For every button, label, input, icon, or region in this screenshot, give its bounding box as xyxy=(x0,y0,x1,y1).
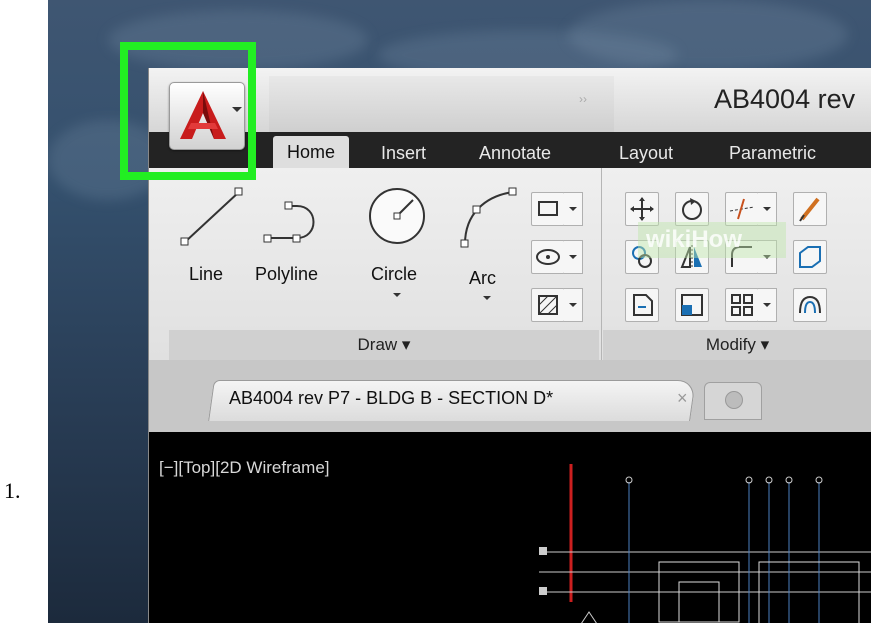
autocad-window: ›› AB4004 rev Home Insert Annotate Layou… xyxy=(148,68,871,623)
arc-icon[interactable] xyxy=(455,184,519,250)
tab-layout[interactable]: Layout xyxy=(619,138,673,168)
stretch-icon xyxy=(633,294,653,316)
line-tool-label[interactable]: Line xyxy=(189,264,223,285)
drawing-viewport[interactable]: [−][Top][2D Wireframe] xyxy=(149,432,871,623)
panel-divider xyxy=(601,168,602,360)
rotate-icon xyxy=(682,198,702,220)
explode-icon xyxy=(799,246,821,268)
qat-overflow-icon[interactable]: ›› xyxy=(579,92,587,106)
scale-button[interactable] xyxy=(675,288,709,322)
line-icon[interactable] xyxy=(177,186,247,250)
document-tab-label[interactable]: AB4004 rev P7 - BLDG B - SECTION D* xyxy=(229,388,553,409)
trim-dropdown[interactable] xyxy=(758,192,777,226)
ellipse-icon xyxy=(536,249,560,265)
quick-access-toolbar xyxy=(269,76,614,132)
ellipse-button[interactable] xyxy=(531,240,565,274)
explode-button[interactable] xyxy=(793,240,827,274)
viewport-controls-label[interactable]: [−][Top][2D Wireframe] xyxy=(159,458,330,478)
screenshot-frame: ›› AB4004 rev Home Insert Annotate Layou… xyxy=(48,0,871,623)
hatch-icon xyxy=(538,295,558,315)
draw-panel-title[interactable]: Draw ▾ xyxy=(169,330,599,360)
window-title: AB4004 rev xyxy=(714,84,856,114)
rectangle-icon xyxy=(538,201,558,216)
erase-button[interactable] xyxy=(793,192,827,226)
offset-icon xyxy=(799,295,821,314)
rotate-button[interactable] xyxy=(675,192,709,226)
hatch-dropdown[interactable] xyxy=(564,288,583,322)
rectangle-dropdown[interactable] xyxy=(564,192,583,226)
drawing-linework xyxy=(539,464,871,623)
trim-button[interactable] xyxy=(725,192,759,226)
plus-icon xyxy=(725,391,743,409)
ribbon-tab-bar: Home Insert Annotate Layout Parametric xyxy=(149,132,871,168)
array-icon xyxy=(731,294,753,316)
new-tab-button[interactable] xyxy=(704,382,762,420)
watermark: wikiHow xyxy=(638,222,786,258)
hatch-button[interactable] xyxy=(531,288,565,322)
offset-button[interactable] xyxy=(793,288,827,322)
tab-annotate[interactable]: Annotate xyxy=(479,138,551,168)
erase-icon xyxy=(799,197,820,222)
rectangle-button[interactable] xyxy=(531,192,565,226)
tab-parametric[interactable]: Parametric xyxy=(729,138,816,168)
circle-icon[interactable] xyxy=(365,184,429,248)
scale-icon xyxy=(681,294,703,316)
list-number: 1. xyxy=(4,478,21,503)
circle-tool-label[interactable]: Circle xyxy=(371,264,417,285)
chevron-down-icon[interactable] xyxy=(483,296,491,300)
array-dropdown[interactable] xyxy=(758,288,777,322)
move-icon xyxy=(630,197,654,221)
tab-insert[interactable]: Insert xyxy=(381,138,426,168)
modify-panel-title[interactable]: Modify ▾ xyxy=(603,330,871,360)
close-icon[interactable]: × xyxy=(677,388,688,409)
array-button[interactable] xyxy=(725,288,759,322)
title-bar: ›› AB4004 rev xyxy=(149,68,871,132)
polyline-tool-label[interactable]: Polyline xyxy=(255,264,318,285)
tab-home[interactable]: Home xyxy=(273,136,350,168)
move-button[interactable] xyxy=(625,192,659,226)
document-tab-bar: AB4004 rev P7 - BLDG B - SECTION D* × xyxy=(149,360,871,432)
highlight-box xyxy=(120,42,256,180)
polyline-icon[interactable] xyxy=(261,188,327,248)
trim-icon xyxy=(729,198,755,220)
ellipse-dropdown[interactable] xyxy=(564,240,583,274)
chevron-down-icon[interactable] xyxy=(393,293,401,297)
arc-tool-label[interactable]: Arc xyxy=(469,268,496,289)
stretch-button[interactable] xyxy=(625,288,659,322)
